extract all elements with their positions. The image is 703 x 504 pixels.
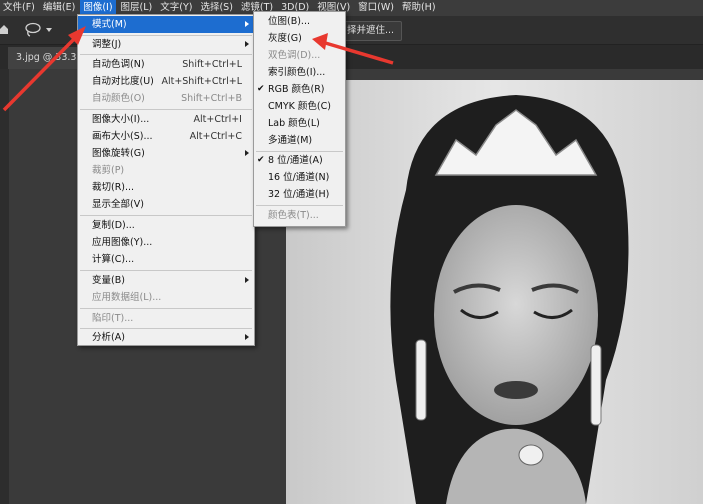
menu-item-label: 32 位/通道(H) — [268, 189, 330, 200]
mode-submenu: 位图(B)... 灰度(G) 双色调(D)... 索引颜色(I)... ✔ RG… — [253, 11, 346, 227]
menu-item-label: 画布大小(S)... — [92, 131, 153, 142]
menu-item-label: 裁切(R)... — [92, 182, 135, 193]
menu-item-label: 8 位/通道(A) — [268, 155, 323, 166]
menu-separator — [80, 215, 252, 216]
menu-item-shortcut: Alt+Ctrl+C — [189, 131, 242, 142]
menu-item-label: 自动颜色(O) — [92, 93, 145, 104]
menu-help[interactable]: 帮助(H) — [399, 0, 439, 16]
menu-item-reveal-all[interactable]: 显示全部(V) — [78, 196, 254, 213]
mode-item-16-bit[interactable]: 16 位/通道(N) — [254, 169, 345, 186]
menu-item-label: 索引颜色(I)... — [268, 67, 326, 78]
checkmark-icon: ✔ — [257, 155, 265, 165]
menu-item-trap[interactable]: 陷印(T)... — [78, 310, 254, 327]
mode-item-duotone[interactable]: 双色调(D)... — [254, 47, 345, 64]
menu-item-label: CMYK 颜色(C) — [268, 101, 331, 112]
menu-item-label: 位图(B)... — [268, 16, 310, 27]
menu-item-crop[interactable]: 裁剪(P) — [78, 162, 254, 179]
menu-window[interactable]: 窗口(W) — [355, 0, 397, 16]
menu-item-label: 分析(A) — [92, 332, 125, 343]
menu-item-label: 裁剪(P) — [92, 165, 125, 176]
mode-item-grayscale[interactable]: 灰度(G) — [254, 30, 345, 47]
menu-item-label: RGB 颜色(R) — [268, 84, 325, 95]
image-menu-dropdown: 模式(M) 调整(J) 自动色调(N) Shift+Ctrl+L 自动对比度(U… — [77, 14, 255, 346]
mode-item-lab-color[interactable]: Lab 颜色(L) — [254, 115, 345, 132]
menu-separator — [80, 109, 252, 110]
chevron-down-icon[interactable] — [46, 28, 52, 32]
menu-separator — [80, 308, 252, 309]
menu-item-canvas-size[interactable]: 画布大小(S)... Alt+Ctrl+C — [78, 128, 254, 145]
menu-item-auto-color[interactable]: 自动颜色(O) Shift+Ctrl+B — [78, 90, 254, 107]
menu-item-auto-tone[interactable]: 自动色调(N) Shift+Ctrl+L — [78, 56, 254, 73]
menu-item-image-size[interactable]: 图像大小(I)... Alt+Ctrl+I — [78, 111, 254, 128]
menu-item-adjustments[interactable]: 调整(J) — [78, 36, 254, 53]
menu-item-analysis[interactable]: 分析(A) — [78, 329, 254, 346]
menu-separator — [80, 54, 252, 55]
menu-item-label: 陷印(T)... — [92, 313, 134, 324]
submenu-arrow-icon — [245, 334, 249, 340]
menu-item-label: Lab 颜色(L) — [268, 118, 320, 129]
menu-item-shortcut: Shift+Ctrl+B — [181, 93, 242, 104]
mode-item-8-bit[interactable]: ✔ 8 位/通道(A) — [254, 152, 345, 169]
menu-item-label: 显示全部(V) — [92, 199, 144, 210]
menu-item-auto-contrast[interactable]: 自动对比度(U) Alt+Shift+Ctrl+L — [78, 73, 254, 90]
menu-separator — [256, 205, 343, 206]
menu-item-duplicate[interactable]: 复制(D)... — [78, 217, 254, 234]
menu-item-label: 应用数据组(L)... — [92, 292, 162, 303]
menu-item-label: 双色调(D)... — [268, 50, 321, 61]
menu-item-image-rotation[interactable]: 图像旋转(G) — [78, 145, 254, 162]
menu-item-apply-image[interactable]: 应用图像(Y)... — [78, 234, 254, 251]
menu-edit[interactable]: 编辑(E) — [40, 0, 78, 16]
menu-item-label: 复制(D)... — [92, 220, 135, 231]
menu-item-label: 多通道(M) — [268, 135, 313, 146]
menu-item-shortcut: Alt+Ctrl+I — [193, 114, 243, 125]
submenu-arrow-icon — [245, 277, 249, 283]
menu-item-label: 颜色表(T)... — [268, 210, 319, 221]
mode-item-indexed-color[interactable]: 索引颜色(I)... — [254, 64, 345, 81]
menu-item-label: 自动色调(N) — [92, 59, 145, 70]
menu-item-shortcut: Alt+Shift+Ctrl+L — [161, 76, 242, 87]
menu-item-calculations[interactable]: 计算(C)... — [78, 251, 254, 268]
menu-item-label: 图像大小(I)... — [92, 114, 150, 125]
menu-item-label: 计算(C)... — [92, 254, 135, 265]
menu-item-label: 灰度(G) — [268, 33, 302, 44]
menu-item-label: 图像旋转(G) — [92, 148, 145, 159]
mode-item-cmyk-color[interactable]: CMYK 颜色(C) — [254, 98, 345, 115]
menu-item-shortcut: Shift+Ctrl+L — [182, 59, 242, 70]
mode-item-rgb-color[interactable]: ✔ RGB 颜色(R) — [254, 81, 345, 98]
menu-item-variables[interactable]: 变量(B) — [78, 272, 254, 289]
menu-item-label: 变量(B) — [92, 275, 125, 286]
menu-file[interactable]: 文件(F) — [0, 0, 38, 16]
mode-item-color-table[interactable]: 颜色表(T)... — [254, 207, 345, 224]
lasso-tool-icon[interactable] — [22, 21, 44, 39]
submenu-arrow-icon — [245, 41, 249, 47]
mode-item-bitmap[interactable]: 位图(B)... — [254, 13, 345, 30]
menu-item-label: 16 位/通道(N) — [268, 172, 330, 183]
menu-item-label: 模式(M) — [92, 19, 127, 30]
menu-item-apply-data-set[interactable]: 应用数据组(L)... — [78, 289, 254, 306]
checkmark-icon: ✔ — [257, 84, 265, 94]
mode-item-32-bit[interactable]: 32 位/通道(H) — [254, 186, 345, 203]
select-and-mask-button[interactable]: 择并遮住... — [339, 21, 403, 41]
home-icon[interactable] — [0, 24, 8, 34]
menu-item-label: 应用图像(Y)... — [92, 237, 153, 248]
document-tab[interactable]: 3.jpg @ 33.3% — [8, 47, 86, 69]
mode-item-multichannel[interactable]: 多通道(M) — [254, 132, 345, 149]
menu-item-label: 自动对比度(U) — [92, 76, 154, 87]
menu-item-trim[interactable]: 裁切(R)... — [78, 179, 254, 196]
submenu-arrow-icon — [245, 21, 249, 27]
menu-separator — [80, 270, 252, 271]
menu-item-mode[interactable]: 模式(M) — [78, 16, 254, 33]
menu-item-label: 调整(J) — [92, 39, 122, 50]
submenu-arrow-icon — [245, 150, 249, 156]
document-image — [286, 80, 703, 504]
